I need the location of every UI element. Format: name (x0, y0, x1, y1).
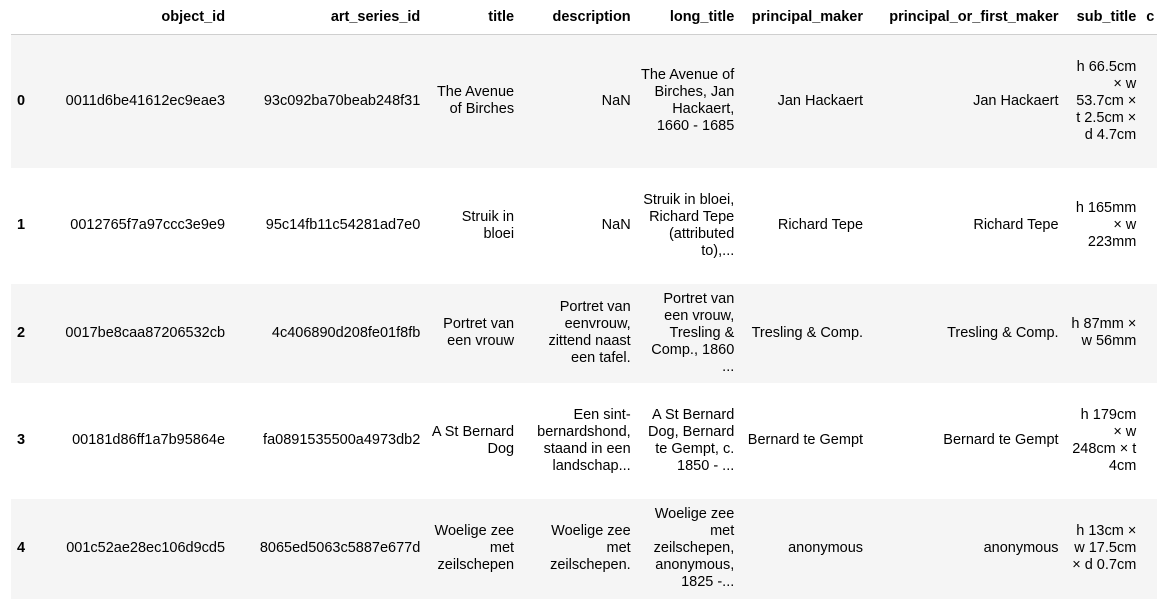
cell-title: Portret van een vrouw (443, 316, 515, 349)
cell-long-title: Struik in bloei, Richard Tepe (attribute… (643, 191, 735, 259)
cell-principal-maker: Tresling & Comp. (751, 324, 864, 341)
cell-truncated (1141, 35, 1157, 168)
table-row: 1 0012765f7a97ccc3e9e9 95c14fb11c54281ad… (11, 167, 1157, 284)
cell-principal-maker: Richard Tepe (777, 217, 864, 233)
cell-art-series-id: 95c14fb11c54281ad7e0 (265, 217, 421, 233)
cell-truncated (1141, 168, 1157, 284)
row-index: 3 (17, 432, 26, 448)
column-header-object-id: object_id (36, 0, 231, 35)
cell-long-title: Portret van een vrouw, Tresling & Comp.,… (651, 290, 735, 375)
cell-principal-maker: Jan Hackaert (777, 92, 864, 109)
column-header-sub-title: sub_title (1063, 0, 1142, 35)
cell-object-id: 0012765f7a97ccc3e9e9 (70, 217, 226, 233)
cell-art-series-id: fa0891535500a4973db2 (263, 432, 421, 448)
cell-sub-title: h 87mm × w 56mm (1071, 316, 1137, 349)
cell-sub-title: h 165mm × w 223mm (1075, 200, 1137, 250)
cell-long-title: Woelige zee met zeilschepen, anonymous, … (653, 506, 735, 590)
cell-truncated (1141, 284, 1157, 383)
cell-truncated (1141, 499, 1157, 599)
row-index: 2 (17, 324, 26, 341)
cell-object-id: 00181d86ff1a7b95864e (72, 432, 226, 448)
column-header-art-series-id: art_series_id (230, 0, 426, 35)
cell-art-series-id: 93c092ba70beab248f31 (263, 92, 421, 109)
dataframe-table: object_id art_series_id title descriptio… (11, 0, 1157, 599)
cell-sub-title: h 13cm × w 17.5cm × d 0.7cm (1072, 523, 1137, 573)
cell-long-title: The Avenue of Birches, Jan Hackaert, 166… (641, 67, 735, 135)
cell-art-series-id: 8065ed5063c5887e677d (259, 540, 421, 556)
cell-principal-maker: anonymous (788, 540, 864, 556)
column-header-title: title (425, 0, 520, 35)
cell-long-title: A St Bernard Dog, Bernard te Gempt, c. 1… (648, 406, 735, 474)
cell-principal-maker: Bernard te Gempt (747, 432, 864, 448)
index-header (11, 0, 37, 35)
cell-principal-or-first-maker: anonymous (983, 540, 1059, 556)
cell-title: The Avenue of Birches (436, 84, 515, 118)
header-row: object_id art_series_id title descriptio… (11, 0, 1157, 35)
column-header-description: description (519, 0, 636, 35)
cell-description: NaN (601, 217, 631, 233)
cell-truncated (1141, 383, 1157, 499)
row-index: 0 (17, 92, 26, 109)
cell-title: Struik in bloei (461, 208, 515, 242)
dataframe-output: object_id art_series_id title descriptio… (11, 0, 1157, 599)
column-header-principal-or-first-maker: principal_or_first_maker (868, 0, 1064, 35)
cell-description: Een sint-bernardshond, staand in een lan… (537, 406, 631, 474)
cell-sub-title: h 179cm × w 248cm × t 4cm (1072, 406, 1137, 474)
cell-description: Portret van eenvrouw, zittend naast een … (548, 299, 631, 366)
cell-principal-or-first-maker: Tresling & Comp. (947, 324, 1059, 341)
table-row: 3 00181d86ff1a7b95864e fa0891535500a4973… (11, 382, 1157, 499)
row-index: 1 (17, 217, 26, 233)
row-index: 4 (17, 540, 26, 556)
cell-art-series-id: 4c406890d208fe01f8fb (271, 324, 421, 341)
cell-object-id: 001c52ae28ec106d9cd5 (66, 540, 226, 556)
cell-principal-or-first-maker: Richard Tepe (973, 217, 1059, 233)
cell-object-id: 0017be8caa87206532cb (65, 324, 226, 341)
table-row: 4 001c52ae28ec106d9cd5 8065ed5063c5887e6… (11, 498, 1157, 599)
column-header-long-title: long_title (635, 0, 740, 35)
cell-title: Woelige zee met zeilschepen (434, 523, 515, 573)
column-header-principal-maker: principal_maker (739, 0, 869, 35)
cell-object-id: 0011d6be41612ec9eae3 (65, 92, 226, 109)
cell-title: A St Bernard Dog (431, 423, 515, 457)
table-row: 0 0011d6be41612ec9eae3 93c092ba70beab248… (11, 34, 1157, 168)
column-header-truncated: c (1141, 0, 1157, 35)
cell-description: NaN (601, 92, 631, 109)
cell-principal-or-first-maker: Jan Hackaert (973, 92, 1059, 109)
cell-sub-title: h 66.5cm × w 53.7cm × t 2.5cm × d 4.7cm (1076, 58, 1137, 143)
cell-principal-or-first-maker: Bernard te Gempt (943, 432, 1059, 448)
table-row: 2 0017be8caa87206532cb 4c406890d208fe01f… (11, 283, 1157, 383)
cell-description: Woelige zee met zeilschepen. (550, 523, 631, 573)
